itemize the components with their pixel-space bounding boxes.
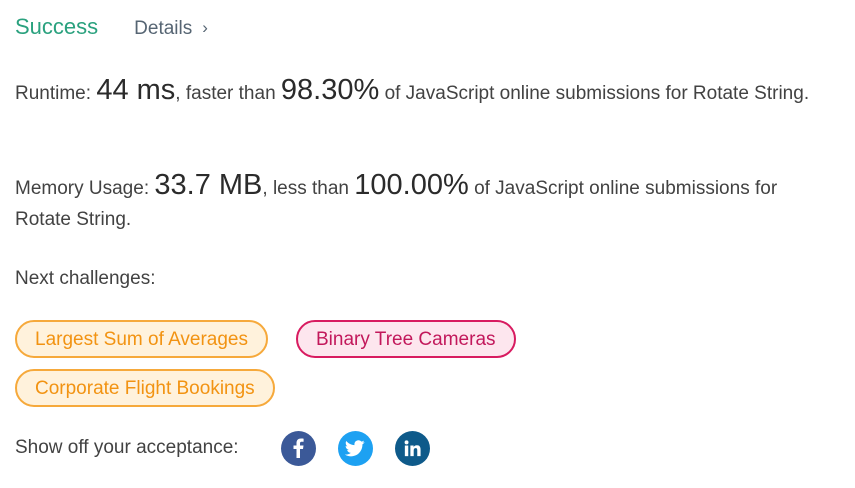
chevron-right-icon: › (202, 18, 208, 37)
memory-stat: Memory Usage: 33.7 MB, less than 100.00%… (15, 170, 835, 235)
runtime-suffix: of JavaScript online submissions for Rot… (384, 83, 810, 104)
result-header: Success Details › (15, 14, 208, 46)
details-label: Details (134, 18, 193, 39)
runtime-label: Runtime: (15, 83, 92, 104)
challenge-chip-largest-sum-of-averages[interactable]: Largest Sum of Averages (15, 320, 268, 358)
challenge-chip-binary-tree-cameras[interactable]: Binary Tree Cameras (296, 320, 516, 358)
twitter-icon[interactable] (337, 430, 373, 466)
runtime-stat: Runtime: 44 ms, faster than 98.30% of Ja… (15, 75, 835, 109)
memory-value: 33.7 MB (154, 169, 263, 201)
memory-percent: 100.00% (354, 169, 469, 201)
facebook-icon[interactable] (280, 430, 316, 466)
runtime-value: 44 ms (96, 74, 176, 106)
status-label: Success (15, 14, 99, 39)
linkedin-icon[interactable] (394, 430, 430, 466)
runtime-percent: 98.30% (280, 74, 380, 106)
runtime-compare-text: , faster than (175, 83, 276, 104)
challenge-chip-corporate-flight-bookings[interactable]: Corporate Flight Bookings (15, 369, 275, 407)
share-label: Show off your acceptance: (15, 437, 239, 458)
memory-label: Memory Usage: (15, 178, 150, 199)
share-row: Show off your acceptance: (15, 430, 430, 466)
memory-compare-text: , less than (262, 178, 349, 199)
next-challenges-label: Next challenges: (15, 268, 156, 289)
details-link[interactable]: Details › (134, 18, 208, 40)
